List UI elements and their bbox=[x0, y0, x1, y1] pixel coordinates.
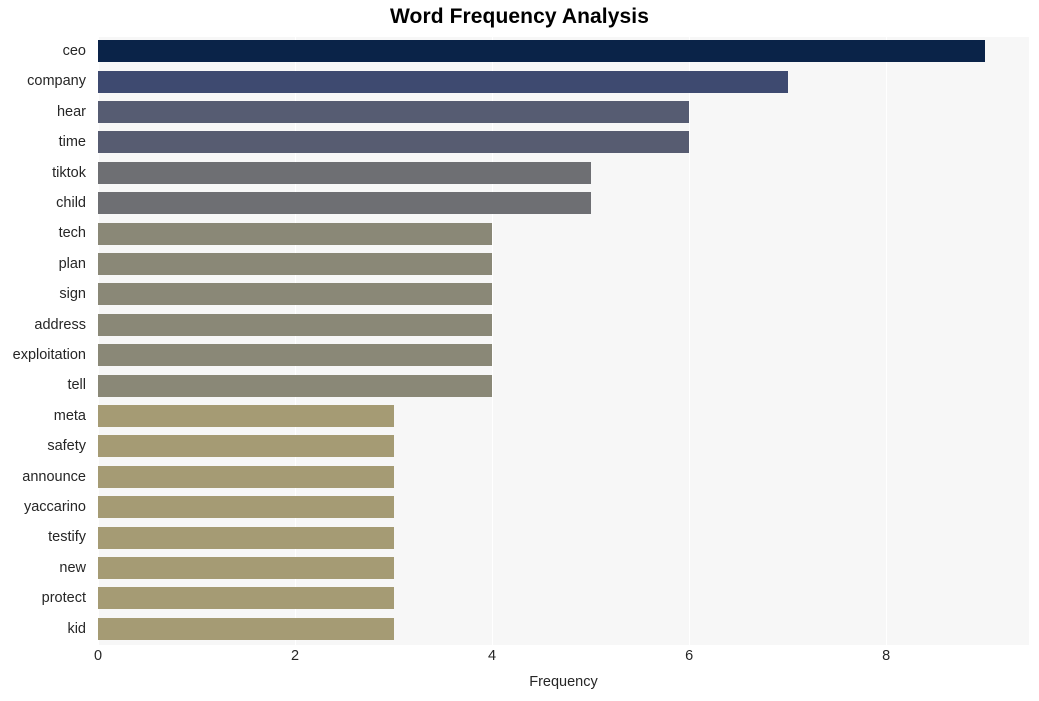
bar-row bbox=[98, 432, 1029, 461]
bar-address[interactable] bbox=[98, 313, 493, 336]
y-tick-label-announce: announce bbox=[22, 468, 86, 485]
y-axis-tick-labels: ceo company hear time tiktok child tech plan sig… bbox=[0, 37, 92, 645]
bar-safety[interactable] bbox=[98, 435, 394, 458]
y-tick-label-company: company bbox=[27, 73, 86, 90]
bar-meta[interactable] bbox=[98, 405, 394, 428]
y-tick-label-protect: protect bbox=[41, 590, 86, 607]
y-tick-label-kid: kid bbox=[67, 620, 86, 637]
y-tick-label-yaccarino: yaccarino bbox=[23, 499, 86, 515]
bar-row bbox=[98, 98, 1029, 127]
bar-row bbox=[98, 584, 1029, 613]
bar-kid[interactable] bbox=[98, 617, 394, 640]
bar-hear[interactable] bbox=[98, 101, 690, 124]
bar-yaccarino[interactable] bbox=[98, 496, 394, 519]
x-tick-label-4: 4 bbox=[488, 648, 497, 664]
bar-sign[interactable] bbox=[98, 283, 493, 306]
bar-row bbox=[98, 523, 1029, 552]
y-tick-label-child: child bbox=[56, 195, 86, 211]
bar-row bbox=[98, 128, 1029, 157]
word-frequency-chart: Word Frequency Analysis ceo company hear ti… bbox=[0, 0, 1039, 701]
bar-announce[interactable] bbox=[98, 465, 394, 488]
bar-row bbox=[98, 189, 1029, 218]
bar-row bbox=[98, 554, 1029, 583]
y-tick-label-time: time bbox=[58, 134, 86, 151]
bar-ceo[interactable] bbox=[98, 40, 985, 63]
bar-row bbox=[98, 371, 1029, 400]
bar-row bbox=[98, 493, 1029, 522]
x-axis-title: Frequency bbox=[529, 674, 598, 690]
y-tick-label-new: new bbox=[59, 559, 86, 576]
bar-row bbox=[98, 311, 1029, 340]
bar-tell[interactable] bbox=[98, 374, 493, 397]
y-tick-label-meta: meta bbox=[53, 407, 86, 424]
bar-row bbox=[98, 402, 1029, 431]
bar-row bbox=[98, 37, 1029, 66]
y-tick-label-safety: safety bbox=[47, 438, 86, 455]
x-tick-label-8: 8 bbox=[882, 648, 891, 664]
bar-row bbox=[98, 463, 1029, 492]
y-tick-label-tiktok: tiktok bbox=[52, 164, 86, 181]
bar-tech[interactable] bbox=[98, 222, 493, 245]
y-tick-label-sign: sign bbox=[59, 286, 86, 303]
bar-company[interactable] bbox=[98, 70, 788, 93]
bar-row bbox=[98, 341, 1029, 370]
chart-title: Word Frequency Analysis bbox=[389, 5, 650, 28]
bar-row bbox=[98, 615, 1029, 644]
bar-row bbox=[98, 67, 1029, 96]
bar-tiktok[interactable] bbox=[98, 161, 591, 184]
x-axis-tick-labels: 0 2 4 6 8 bbox=[94, 648, 1029, 672]
x-tick-label-2: 2 bbox=[290, 648, 300, 664]
bars-layer bbox=[98, 37, 1029, 645]
x-tick-label-0: 0 bbox=[93, 648, 103, 664]
y-tick-label-tech: tech bbox=[58, 225, 86, 242]
plot-area bbox=[98, 37, 1029, 645]
bar-plan[interactable] bbox=[98, 253, 493, 276]
x-tick-label-6: 6 bbox=[685, 648, 694, 664]
bar-row bbox=[98, 280, 1029, 309]
y-tick-label-ceo: ceo bbox=[62, 43, 86, 59]
bar-row bbox=[98, 250, 1029, 279]
y-tick-label-hear: hear bbox=[56, 103, 86, 120]
bar-row bbox=[98, 219, 1029, 248]
bar-child[interactable] bbox=[98, 192, 591, 215]
bar-row bbox=[98, 159, 1029, 188]
bar-protect[interactable] bbox=[98, 587, 394, 610]
y-tick-label-address: address bbox=[34, 316, 86, 333]
bar-time[interactable] bbox=[98, 131, 690, 154]
y-tick-label-plan: plan bbox=[58, 255, 86, 272]
bar-testify[interactable] bbox=[98, 526, 394, 549]
bar-new[interactable] bbox=[98, 557, 394, 580]
bar-exploitation[interactable] bbox=[98, 344, 493, 367]
y-tick-label-exploitation: exploitation bbox=[12, 347, 86, 363]
y-tick-label-tell: tell bbox=[67, 377, 86, 394]
y-tick-label-testify: testify bbox=[48, 529, 86, 546]
